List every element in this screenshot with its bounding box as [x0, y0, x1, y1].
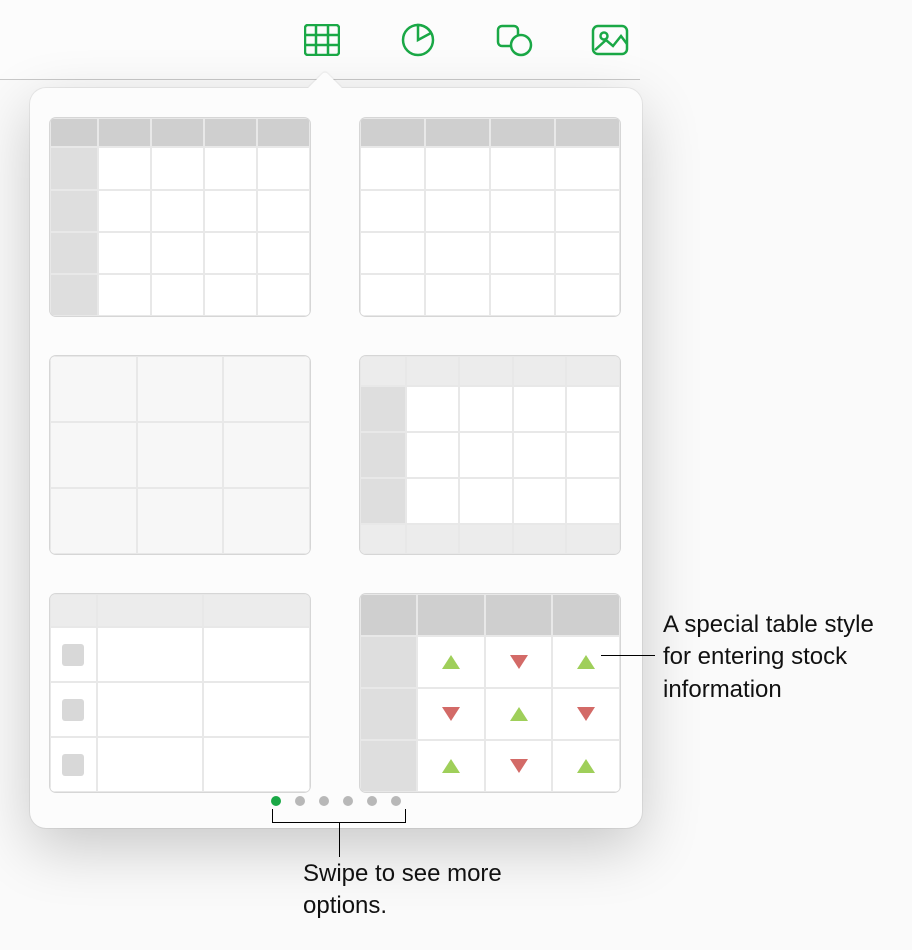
checkbox-icon [62, 644, 84, 666]
insert-shape-button[interactable] [494, 20, 534, 60]
callout-swipe-line [339, 823, 340, 857]
checkbox-icon [62, 699, 84, 721]
callout-stock: A special table style for entering stock… [663, 609, 903, 706]
page-dot[interactable] [343, 796, 353, 806]
arrow-up-icon [442, 655, 460, 669]
media-icon [591, 24, 629, 56]
shape-icon [495, 23, 533, 57]
page-dot[interactable] [295, 796, 305, 806]
table-style-header-top[interactable] [360, 118, 620, 316]
table-icon [304, 24, 340, 56]
arrow-up-icon [577, 759, 595, 773]
bracket [272, 809, 406, 823]
insert-chart-button[interactable] [398, 20, 438, 60]
page-dot[interactable] [271, 796, 281, 806]
insert-table-button[interactable] [302, 20, 342, 60]
arrow-down-icon [510, 655, 528, 669]
chart-icon [401, 23, 435, 57]
arrow-down-icon [510, 759, 528, 773]
callout-stock-line [601, 655, 655, 656]
table-style-checklist[interactable] [50, 594, 310, 792]
page-dot[interactable] [319, 796, 329, 806]
arrow-down-icon [577, 707, 595, 721]
table-style-stock[interactable] [360, 594, 620, 792]
checkbox-icon [62, 754, 84, 776]
callout-swipe-text: Swipe to see more options. [303, 860, 502, 919]
callout-stock-text: A special table style for entering stock… [663, 611, 874, 703]
toolbar [0, 0, 640, 80]
table-style-headers-left-top[interactable] [50, 118, 310, 316]
table-styles-popover [30, 88, 642, 828]
table-styles-grid [50, 118, 622, 792]
arrow-up-icon [442, 759, 460, 773]
table-style-plain[interactable] [50, 356, 310, 554]
page-dots[interactable] [30, 796, 642, 806]
table-style-full-borders[interactable] [360, 356, 620, 554]
page-dot[interactable] [367, 796, 377, 806]
arrow-up-icon [577, 655, 595, 669]
arrow-up-icon [510, 707, 528, 721]
insert-media-button[interactable] [590, 20, 630, 60]
page-dot[interactable] [391, 796, 401, 806]
callout-swipe: Swipe to see more options. [303, 858, 563, 923]
arrow-down-icon [442, 707, 460, 721]
